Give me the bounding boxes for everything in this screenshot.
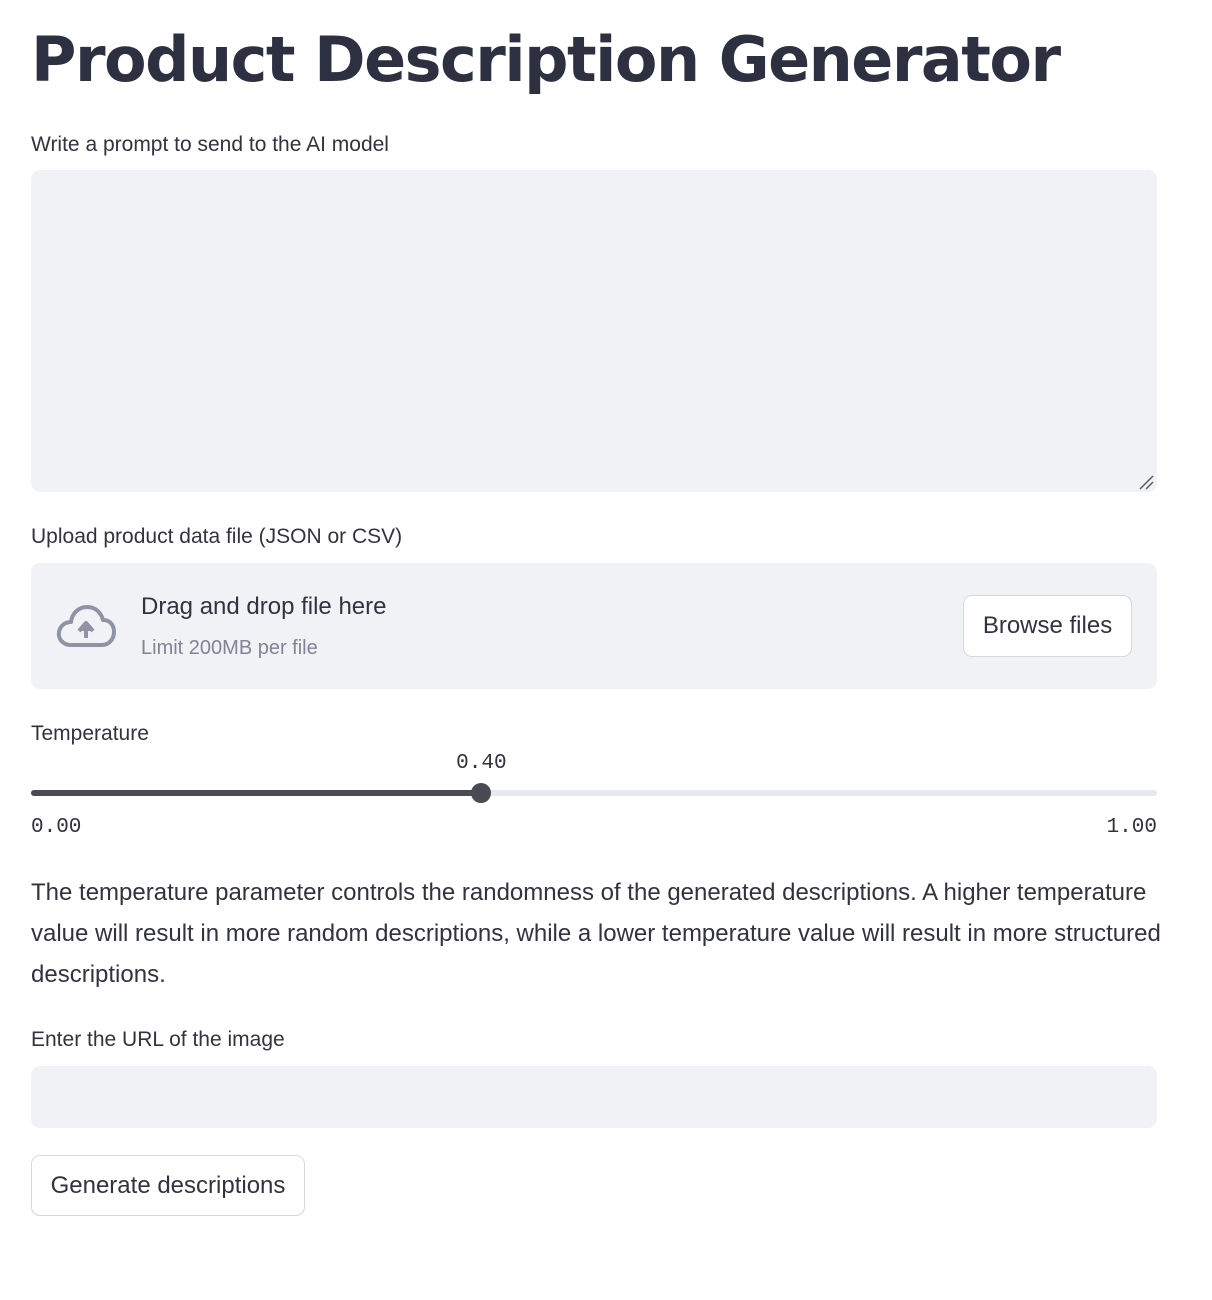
slider-fill <box>31 790 482 796</box>
uploader-label: Upload product data file (JSON or CSV) <box>31 525 403 548</box>
slider-min-label: 0.00 <box>31 816 82 839</box>
temperature-label: Temperature <box>31 722 149 745</box>
file-dropzone[interactable]: Drag and drop file here Limit 200MB per … <box>31 563 1157 689</box>
browse-files-button[interactable]: Browse files <box>963 595 1132 657</box>
slider-current-value: 0.40 <box>456 752 507 775</box>
image-url-label: Enter the URL of the image <box>31 1028 285 1051</box>
dropzone-limit: Limit 200MB per file <box>141 637 318 659</box>
temperature-help-text: The temperature parameter controls the r… <box>31 879 1161 988</box>
cloud-upload-icon <box>56 605 116 647</box>
prompt-label: Write a prompt to send to the AI model <box>31 133 389 156</box>
slider-max-label: 1.00 <box>1106 816 1157 839</box>
generate-descriptions-button[interactable]: Generate descriptions <box>31 1155 305 1216</box>
temperature-slider[interactable] <box>31 783 1157 803</box>
page-title: Product Description Generator <box>31 23 1061 96</box>
resize-handle-icon[interactable] <box>1138 474 1154 490</box>
app-page: Product Description Generator Write a pr… <box>0 0 1212 1300</box>
image-url-input[interactable] <box>31 1066 1157 1128</box>
prompt-textarea[interactable] <box>31 170 1157 492</box>
slider-thumb[interactable] <box>471 783 492 803</box>
dropzone-instruction: Drag and drop file here <box>141 593 387 620</box>
